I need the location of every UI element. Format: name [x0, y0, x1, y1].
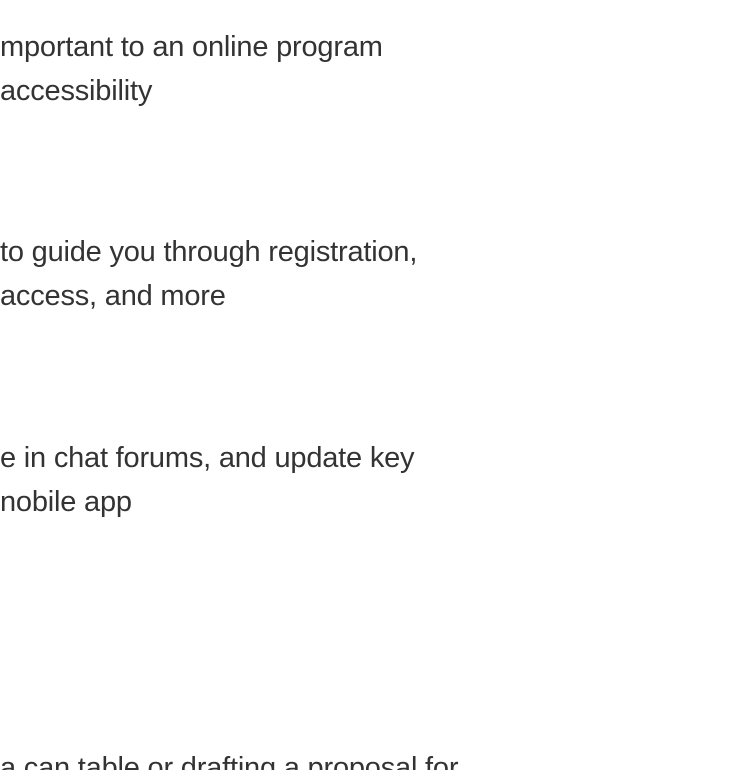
paragraph-mobile-app: e in chat forums, and update key nobile … [0, 436, 415, 524]
paragraph-line: to guide you through registration, [0, 236, 418, 268]
document-page: mportant to an online program accessibil… [0, 0, 743, 770]
paragraph-line: nobile app [0, 486, 132, 518]
paragraph-program-importance: mportant to an online program accessibil… [0, 25, 383, 113]
paragraph-registration-guidance: to guide you through registration, acces… [0, 230, 417, 318]
paragraph-line: e in chat forums, and update key [0, 442, 415, 474]
paragraph-line: access, and more [0, 280, 226, 312]
paragraph-line: mportant to an online program [0, 31, 383, 63]
paragraph-cut-off: a can table or drafting a proposal for [0, 746, 459, 770]
paragraph-line: a can table or drafting a proposal for [0, 752, 459, 770]
paragraph-line: accessibility [0, 75, 153, 107]
